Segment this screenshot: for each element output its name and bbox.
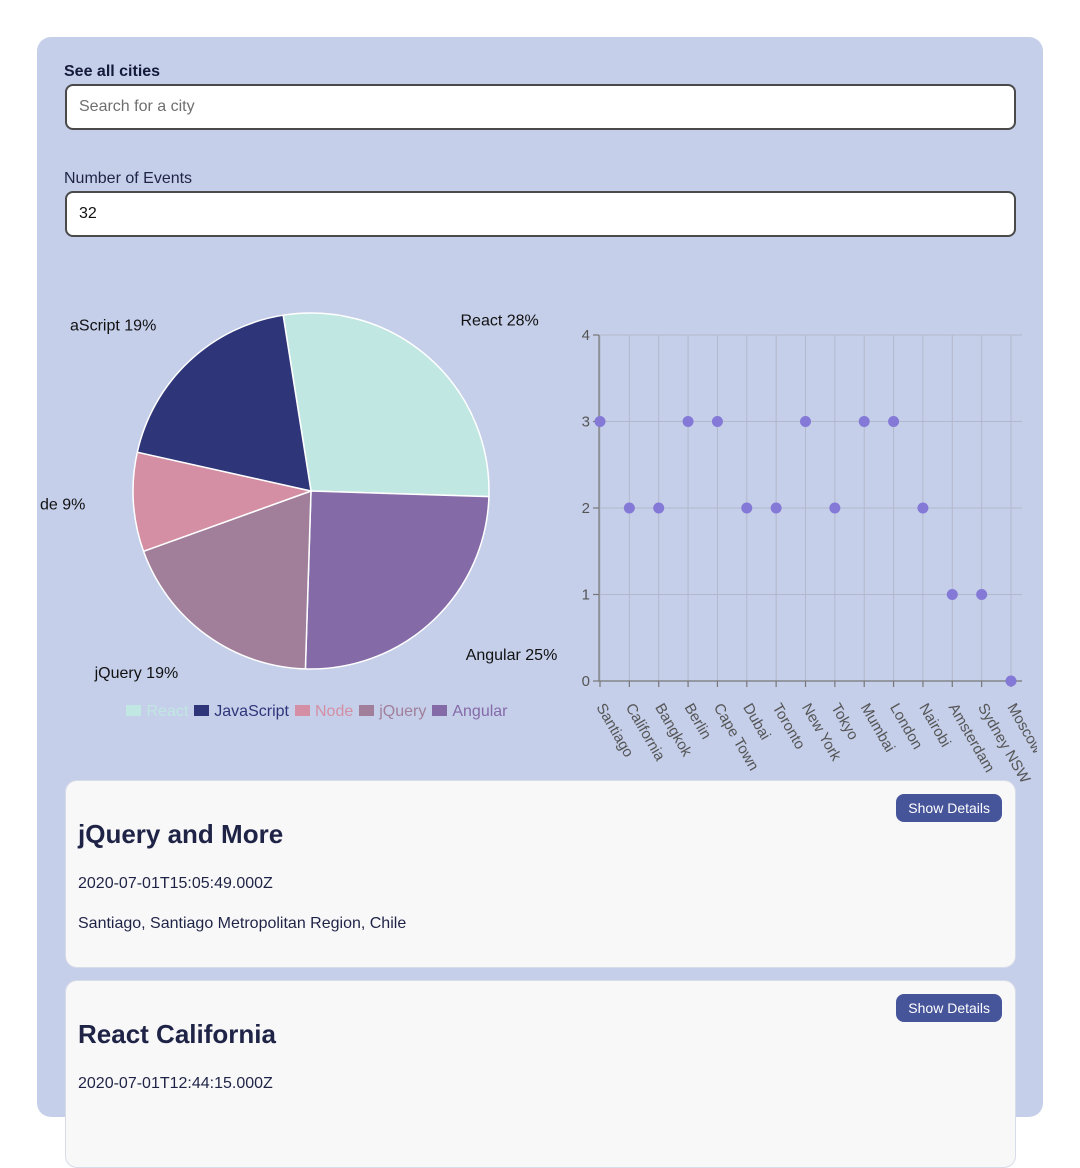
legend-label: Node [314,703,354,720]
legend-swatch [194,705,210,716]
legend-swatch [126,705,142,716]
scatter-point[interactable] [800,416,811,427]
pie-slice-angular[interactable] [304,490,490,670]
legend-item-javascript[interactable]: JavaScript [194,701,289,722]
scatter-point[interactable] [1005,675,1017,687]
legend-label: JavaScript [214,703,289,720]
legend-swatch [432,705,448,716]
legend-item-node[interactable]: Node [294,701,354,722]
scatter-point[interactable] [711,416,723,427]
scatter-point[interactable] [623,502,635,514]
legend-swatch [359,705,375,716]
y-tick-label: 0 [582,673,590,690]
pie-slice-label: Angular 25% [466,647,557,664]
search-label: See all cities [64,63,161,80]
scatter-point[interactable] [741,502,753,514]
legend-label: jQuery [379,703,427,720]
event-card: Show Details React California 2020-07-01… [65,980,1016,1168]
city-search-input[interactable] [65,84,1016,130]
number-of-events-label: Number of Events [64,170,193,187]
scatter-point[interactable] [653,502,665,514]
pie-legend: React JavaScript Node jQuery Angular [97,701,537,722]
scatter-point[interactable] [917,502,929,514]
legend-swatch [294,705,310,716]
event-date: 2020-07-01T12:44:15.000Z [78,1075,273,1092]
pie-slice-label: aScript 19% [70,318,156,335]
show-details-button[interactable]: Show Details [896,994,1002,1022]
y-tick-label: 1 [582,587,590,604]
scatter-point[interactable] [946,589,958,600]
scatter-point[interactable] [594,416,606,427]
legend-item-jquery[interactable]: jQuery [359,701,426,722]
event-title: React California [78,1019,276,1049]
show-details-button[interactable]: Show Details [896,794,1002,822]
event-location: Santiago, Santiago Metropolitan Region, … [78,915,407,932]
pie-slice-label: React 28% [461,313,539,330]
legend-item-react[interactable]: React [126,701,188,722]
number-of-events-input[interactable] [65,191,1016,237]
y-tick-label: 3 [582,414,590,431]
pie-chart: React 28% Angular 25% jQuery 19% de 9% aScri… [40,312,557,682]
event-card: Show Details jQuery and More 2020-07-01T… [65,780,1016,968]
app-container: See all cities Number of Events React 28… [37,37,1043,1168]
scatter-point[interactable] [770,502,782,514]
legend-item-angular[interactable]: Angular [432,701,508,722]
scatter-point[interactable] [888,416,900,427]
pie-slice-label: jQuery 19% [94,665,179,682]
event-title: jQuery and More [78,819,284,849]
scatter-point[interactable] [976,589,988,600]
pie-slice-react[interactable] [282,312,490,498]
y-tick-label: 2 [582,500,590,517]
y-tick-label: 4 [582,327,590,344]
scatter-point[interactable] [682,416,694,427]
legend-label: React [146,703,189,720]
scatter-chart: 01234SantiagoCaliforniaBangkokBerlinCape… [582,327,1037,787]
legend-label: Angular [452,703,508,720]
event-date: 2020-07-01T15:05:49.000Z [78,875,273,892]
scatter-point[interactable] [858,416,870,427]
scatter-point[interactable] [829,502,841,514]
pie-slice-label: de 9% [40,496,85,513]
